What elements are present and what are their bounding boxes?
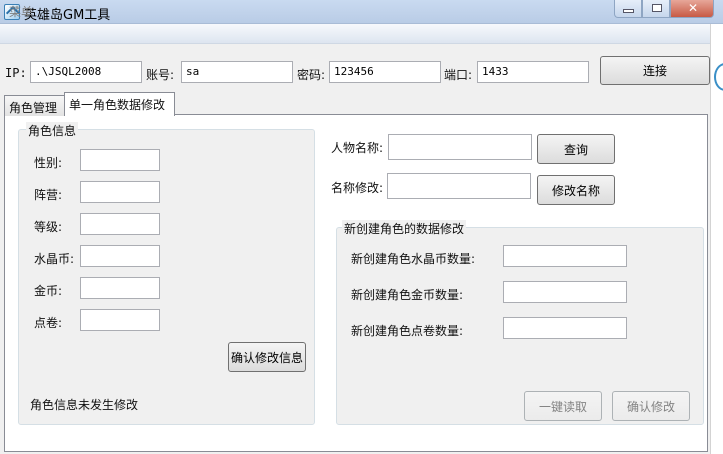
role-info-status: 角色信息未发生修改	[30, 398, 139, 412]
role-info-group	[18, 129, 315, 425]
password-label: 密码:	[297, 68, 326, 82]
port-input[interactable]: 1433	[477, 61, 589, 83]
role-info-title: 角色信息	[26, 122, 79, 139]
maximize-button[interactable]	[642, 0, 670, 18]
new-points-input[interactable]	[503, 317, 627, 339]
character-name-label: 人物名称:	[331, 141, 384, 155]
new-crystal-input[interactable]	[503, 245, 627, 267]
gold-coin-input[interactable]	[80, 277, 160, 299]
connect-button[interactable]: 连接	[600, 56, 710, 85]
port-label: 端口:	[444, 68, 473, 82]
one-click-read-button[interactable]: 一键读取	[524, 391, 602, 421]
new-gold-input[interactable]	[503, 281, 627, 303]
account-input[interactable]: sa	[181, 61, 293, 83]
faction-label: 阵营:	[34, 188, 63, 202]
rename-label: 名称修改:	[331, 181, 384, 195]
crystal-coin-label: 水晶币:	[34, 252, 75, 266]
new-crystal-label: 新创建角色水晶币数量:	[351, 252, 476, 266]
points-label: 点卷:	[34, 316, 63, 330]
menu-bar	[0, 24, 710, 44]
rename-button[interactable]: 修改名称	[537, 175, 615, 205]
rename-input[interactable]	[387, 173, 531, 199]
ip-label: IP:	[5, 66, 27, 80]
account-label: 账号:	[146, 68, 175, 82]
confirm-new-role-button[interactable]: 确认修改	[612, 391, 690, 421]
gold-coin-label: 金币:	[34, 284, 63, 298]
minimize-button[interactable]	[614, 0, 642, 18]
close-button[interactable]	[670, 0, 714, 18]
tab-single-role-edit[interactable]: 单一角色数据修改	[64, 92, 175, 116]
points-input[interactable]	[80, 309, 160, 331]
new-points-label: 新创建角色点卷数量:	[351, 324, 464, 338]
query-button[interactable]: 查询	[537, 134, 615, 164]
window-title: 英雄岛GM工具	[24, 8, 111, 23]
faction-input[interactable]	[80, 181, 160, 203]
character-name-input[interactable]	[388, 134, 532, 160]
confirm-role-info-button[interactable]: 确认修改信息	[228, 342, 306, 372]
menu-item-main[interactable]: 菜单	[9, 3, 33, 20]
new-role-title: 新创建角色的数据修改	[342, 220, 467, 237]
crystal-coin-input[interactable]	[80, 245, 160, 267]
tab-role-management[interactable]: 角色管理	[4, 95, 65, 116]
new-gold-label: 新创建角色金币数量:	[351, 288, 464, 302]
level-label: 等级:	[34, 220, 63, 234]
level-input[interactable]	[80, 213, 160, 235]
password-input[interactable]: 123456	[329, 61, 441, 83]
gender-label: 性别:	[34, 156, 63, 170]
gender-input[interactable]	[80, 149, 160, 171]
ip-input[interactable]: .\JSQL2008	[30, 61, 142, 83]
